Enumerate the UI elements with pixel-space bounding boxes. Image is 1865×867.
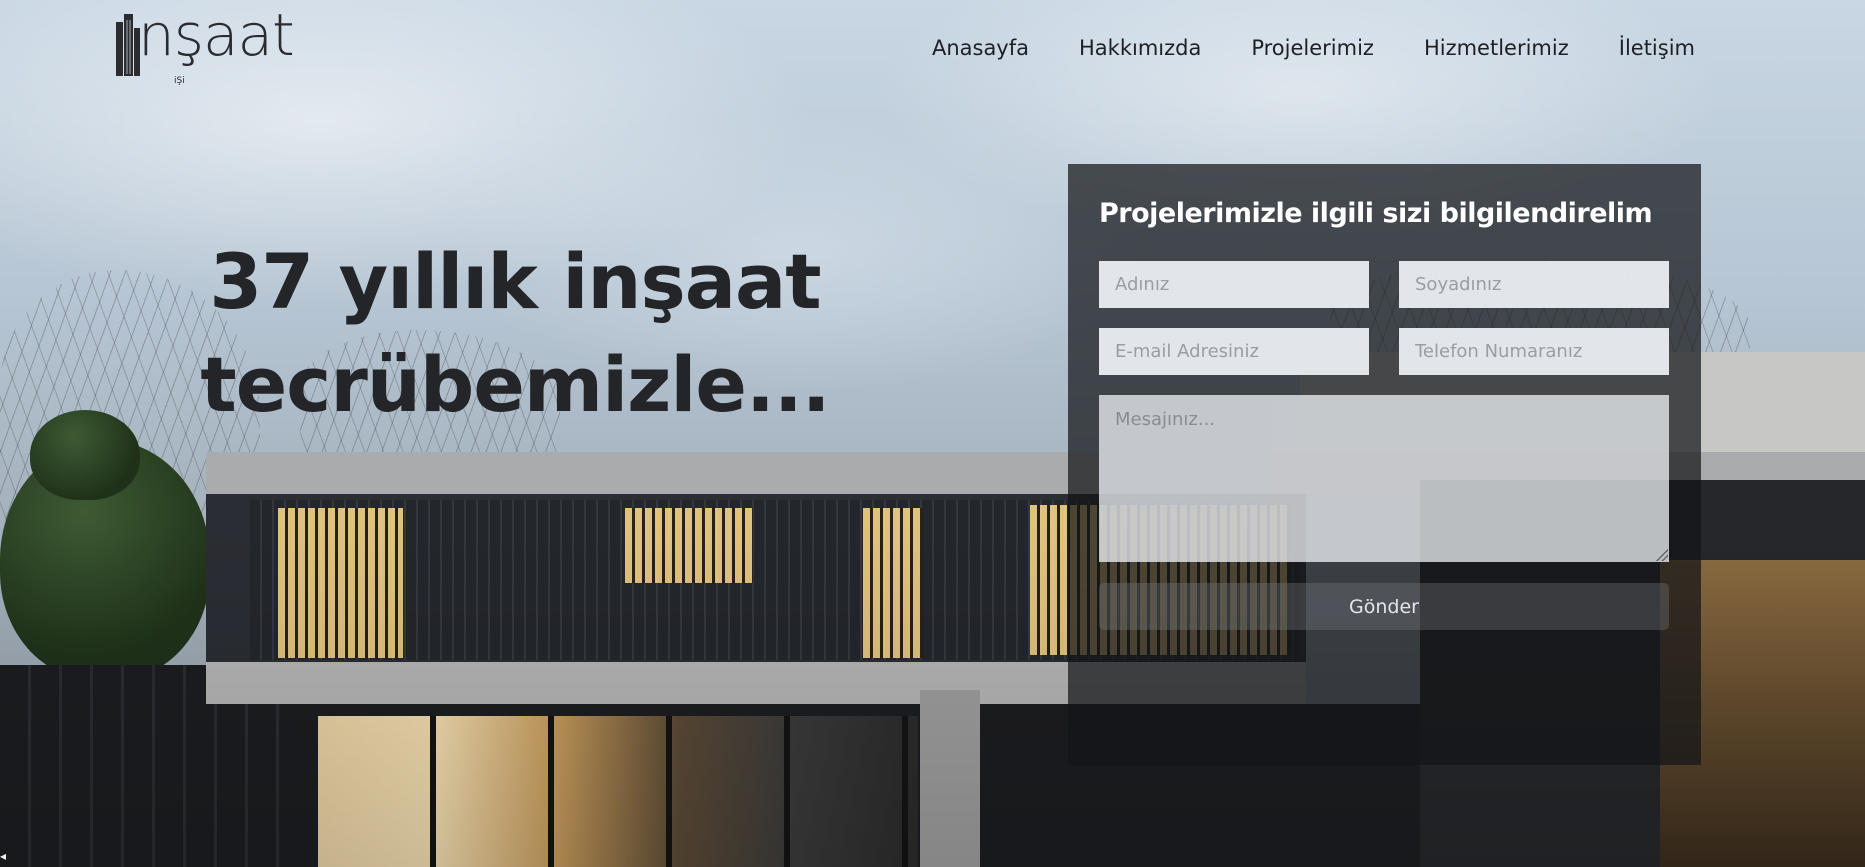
nav-item-anasayfa[interactable]: Anasayfa (932, 36, 1029, 60)
nav-item-hakkimizda[interactable]: Hakkımızda (1079, 36, 1201, 60)
contact-form-panel: Projelerimizle ilgili sizi bilgilendirel… (1068, 164, 1701, 765)
surname-input[interactable] (1399, 261, 1669, 308)
nav-item-hizmetlerimiz[interactable]: Hizmetlerimiz (1424, 36, 1569, 60)
headline-line-2: tecrübemizle... (200, 340, 830, 429)
logo-subtext: iŞi (174, 76, 185, 86)
building-icon (116, 14, 140, 76)
logo-text: nşaat (138, 1, 295, 69)
phone-input[interactable] (1399, 328, 1669, 375)
headline-line-1: 37 yıllık inşaat (209, 237, 821, 326)
name-input[interactable] (1099, 261, 1369, 308)
submit-button[interactable]: Gönder (1099, 583, 1669, 630)
site-logo[interactable]: nşaat iŞi (116, 6, 295, 88)
main-nav: Anasayfa Hakkımızda Projelerimiz Hizmetl… (932, 36, 1695, 60)
message-textarea[interactable] (1099, 395, 1669, 562)
nav-item-projelerimiz[interactable]: Projelerimiz (1251, 36, 1374, 60)
hero-headline: 37 yıllık inşaat tecrübemizle... (140, 230, 890, 436)
form-title: Projelerimizle ilgili sizi bilgilendirel… (1099, 198, 1653, 229)
nav-item-iletisim[interactable]: İletişim (1619, 36, 1695, 60)
scroll-arrow-icon[interactable]: ◂ (0, 849, 10, 867)
email-input[interactable] (1099, 328, 1369, 375)
resize-handle-icon[interactable] (1656, 549, 1668, 561)
